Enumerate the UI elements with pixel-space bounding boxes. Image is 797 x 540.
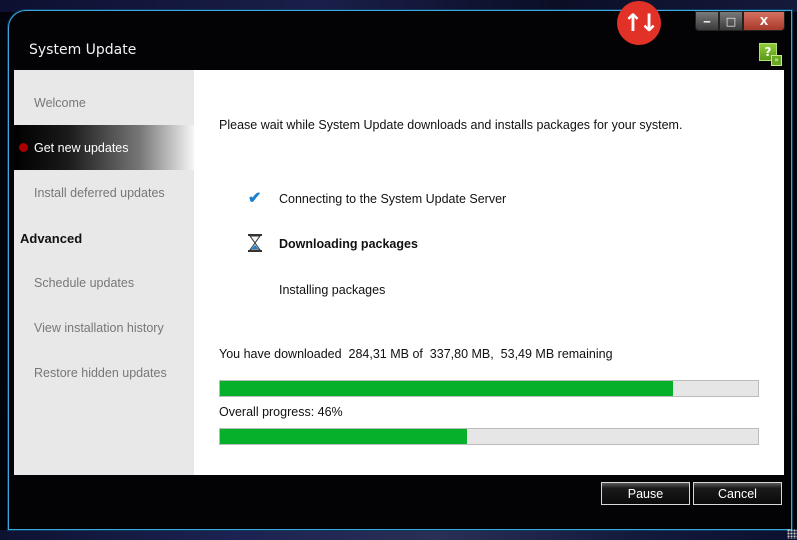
download-progress-fill	[220, 381, 673, 396]
step-connecting: Connecting to the System Update Server	[279, 192, 507, 206]
maximize-button[interactable]: □	[719, 11, 743, 31]
overall-progress-fill	[220, 429, 468, 444]
hourglass-icon	[248, 234, 262, 252]
window-title: System Update	[29, 42, 137, 58]
active-indicator-icon	[19, 143, 28, 152]
desktop-background-bottom	[0, 530, 797, 540]
window-controls: ‒ □ X	[695, 11, 785, 31]
overall-progress-bar	[219, 428, 759, 445]
minimize-button[interactable]: ‒	[695, 11, 719, 31]
step-downloading: Downloading packages	[279, 237, 418, 251]
sidebar-item-get-new-updates[interactable]: Get new updates	[14, 125, 194, 170]
sidebar-item-label: Restore hidden updates	[34, 365, 167, 380]
sidebar: Welcome Get new updates Install deferred…	[14, 70, 194, 475]
sidebar-item-welcome[interactable]: Welcome	[14, 80, 194, 125]
advanced-header: Advanced	[20, 231, 83, 246]
intro-text: Please wait while System Update download…	[219, 118, 683, 132]
sidebar-item-restore-hidden-updates[interactable]: Restore hidden updates	[14, 350, 194, 395]
help-dropdown-icon[interactable]: »	[771, 55, 782, 66]
cancel-button[interactable]: Cancel	[693, 482, 782, 505]
sidebar-item-label: Install deferred updates	[34, 185, 165, 200]
close-button[interactable]: X	[743, 11, 785, 31]
update-arrows-icon: ↑↓	[617, 1, 661, 45]
sidebar-item-label: Welcome	[34, 95, 86, 110]
download-status-text: You have downloaded 284,31 MB of 337,80 …	[219, 347, 613, 361]
overall-progress-label: Overall progress: 46%	[219, 405, 343, 419]
sidebar-item-label: Schedule updates	[34, 275, 135, 290]
download-progress-bar	[219, 380, 759, 397]
sidebar-item-view-installation-history[interactable]: View installation history	[14, 305, 194, 350]
sidebar-item-label: Get new updates	[34, 140, 129, 155]
main-panel: Please wait while System Update download…	[194, 70, 784, 475]
resize-grip[interactable]	[787, 529, 797, 539]
sidebar-item-schedule-updates[interactable]: Schedule updates	[14, 260, 194, 305]
sidebar-item-install-deferred-updates[interactable]: Install deferred updates	[14, 170, 194, 215]
pause-button[interactable]: Pause	[601, 482, 690, 505]
step-installing: Installing packages	[279, 283, 386, 297]
sidebar-item-label: View installation history	[34, 320, 164, 335]
checkmark-icon: ✔	[248, 190, 262, 207]
